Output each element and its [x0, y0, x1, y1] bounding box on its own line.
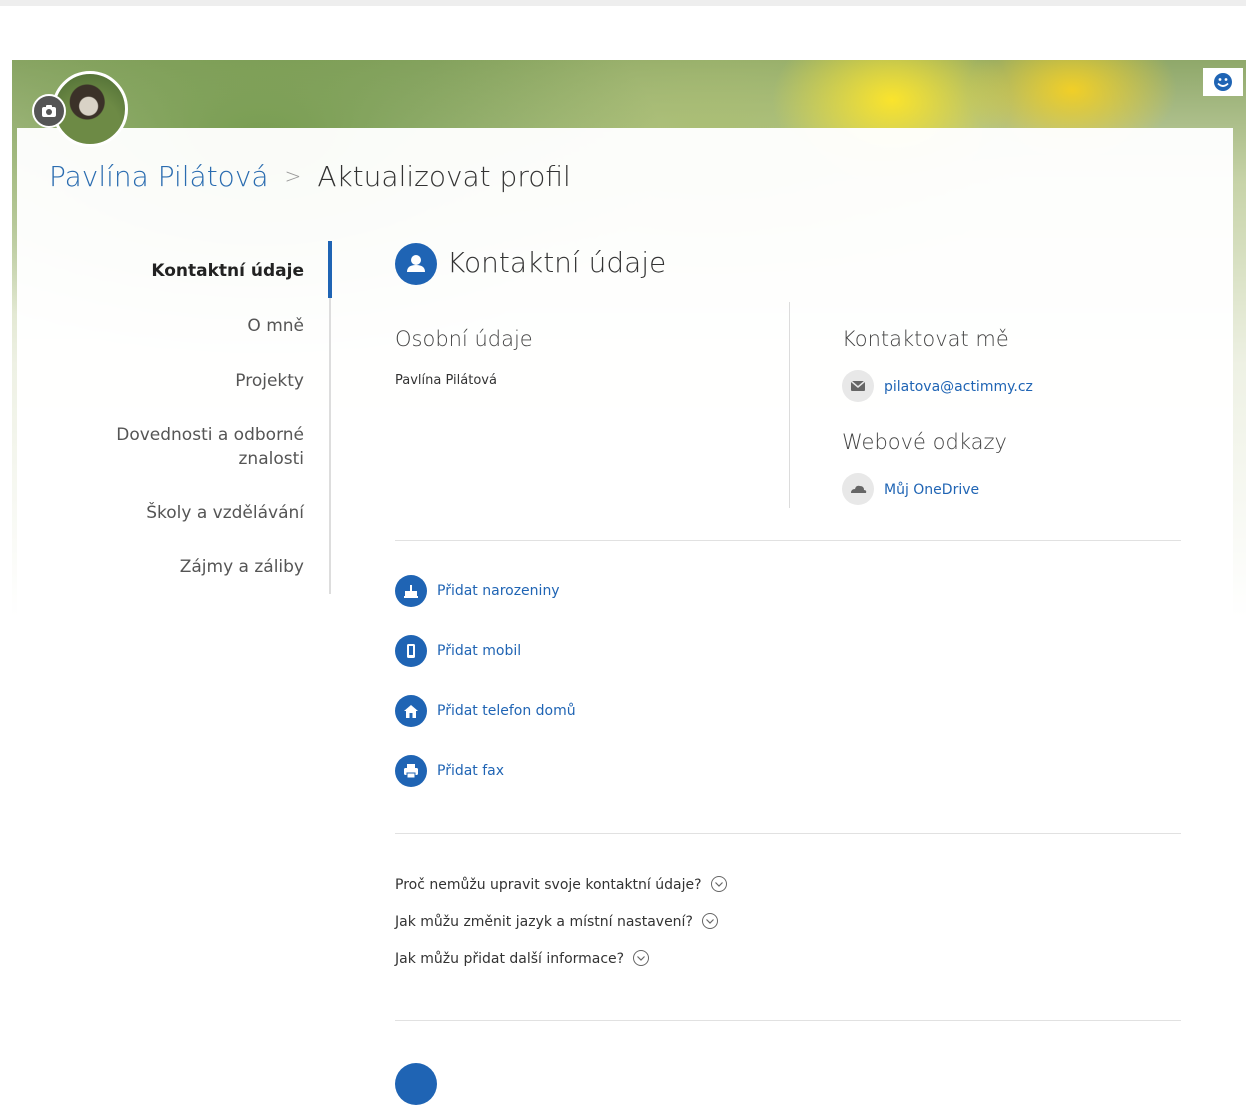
- add-mobile-link[interactable]: Přidat mobil: [437, 643, 521, 659]
- divider-1: [395, 540, 1181, 541]
- chevron-down-icon: [710, 876, 727, 892]
- sidebar-item-kontaktni-udaje[interactable]: Kontaktní údaje: [151, 259, 304, 283]
- web-links-heading: Webové odkazy: [842, 430, 1007, 454]
- divider-3: [395, 1020, 1181, 1021]
- sidebar-item-skoly[interactable]: Školy a vzdělávání: [146, 501, 304, 525]
- breadcrumb: Pavlína Pilátová > Aktualizovat profil: [49, 160, 571, 193]
- home-icon[interactable]: [395, 695, 427, 727]
- faq-question: Jak můžu přidat další informace?: [395, 951, 625, 967]
- breadcrumb-user-link[interactable]: Pavlína Pilátová: [49, 160, 269, 193]
- column-divider: [789, 302, 790, 508]
- sidebar-item-projekty[interactable]: Projekty: [235, 369, 304, 393]
- page-title: Aktualizovat profil: [317, 160, 571, 193]
- add-home-phone-link[interactable]: Přidat telefon domů: [437, 703, 576, 719]
- personal-info-heading: Osobní údaje: [395, 327, 533, 351]
- cloud-icon: [842, 473, 874, 505]
- onedrive-link[interactable]: Můj OneDrive: [884, 482, 979, 498]
- chevron-down-icon: [701, 913, 718, 929]
- faq-question: Jak můžu změnit jazyk a místní nastavení…: [395, 914, 693, 930]
- faq-item[interactable]: Jak můžu přidat další informace?: [395, 949, 650, 967]
- faq-question: Proč nemůžu upravit svoje kontaktní údaj…: [395, 877, 702, 893]
- printer-icon[interactable]: [395, 755, 427, 787]
- contact-heading: Kontaktovat mě: [842, 327, 1009, 351]
- sidebar-active-indicator: [328, 241, 332, 298]
- person-icon: [395, 243, 437, 285]
- chevron-down-icon: [633, 950, 650, 966]
- change-photo-camera-icon[interactable]: [32, 94, 66, 128]
- sidebar-item-o-mne[interactable]: O mně: [247, 314, 304, 338]
- mobile-phone-icon[interactable]: [395, 635, 427, 667]
- add-fax-link[interactable]: Přidat fax: [437, 763, 504, 779]
- next-section-icon: [395, 1063, 437, 1105]
- divider-2: [395, 833, 1181, 834]
- breadcrumb-separator: >: [284, 164, 302, 188]
- top-strip: [0, 0, 1246, 6]
- mail-icon: [842, 370, 874, 402]
- email-link[interactable]: pilatova@actimmy.cz: [884, 379, 1033, 395]
- birthday-cake-icon[interactable]: [395, 575, 427, 607]
- sidebar-item-dovednosti[interactable]: Dovednosti a odborné znalosti: [114, 423, 304, 471]
- faq-item[interactable]: Proč nemůžu upravit svoje kontaktní údaj…: [395, 875, 728, 893]
- add-birthday-link[interactable]: Přidat narozeniny: [437, 583, 560, 599]
- sidebar-item-zajmy[interactable]: Zájmy a záliby: [180, 555, 304, 579]
- faq-item[interactable]: Jak můžu změnit jazyk a místní nastavení…: [395, 912, 719, 930]
- section-title: Kontaktní údaje: [447, 246, 667, 279]
- personal-name: Pavlína Pilátová: [395, 373, 497, 388]
- feedback-smiley-icon[interactable]: [1203, 68, 1243, 96]
